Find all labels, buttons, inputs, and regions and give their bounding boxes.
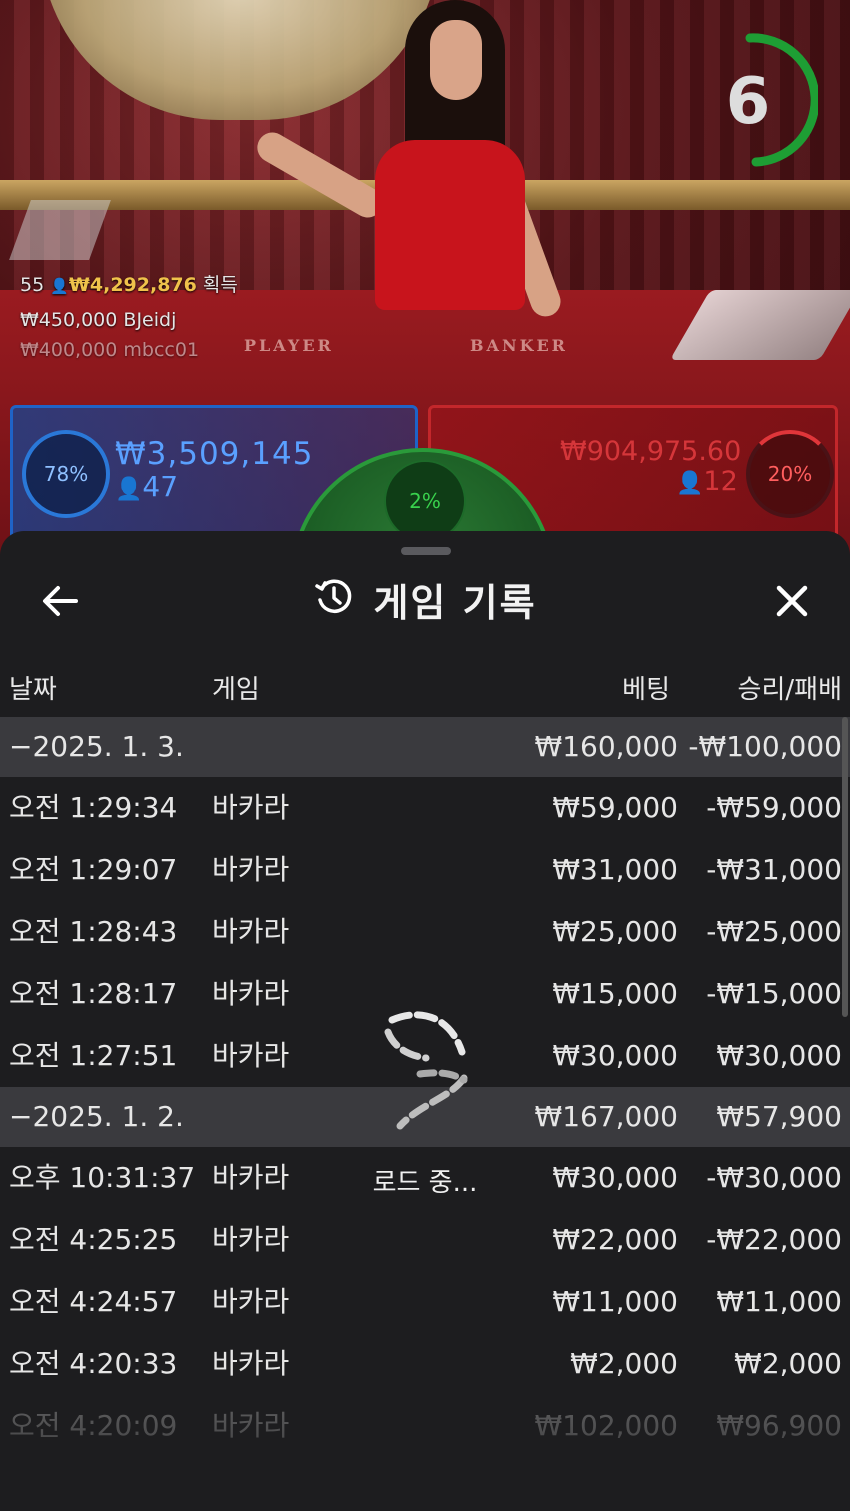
winner-entry: ₩450,000 BJeidj <box>20 303 238 337</box>
row-bet: ₩11,000 <box>552 1285 678 1318</box>
group-win-loss: -₩100,000 <box>688 730 842 763</box>
row-time: 오전 1:28:17 <box>9 977 178 1010</box>
person-icon: 👤 <box>676 471 704 496</box>
row-win-loss: ₩30,000 <box>716 1039 842 1072</box>
row-game: 바카라 <box>212 915 290 948</box>
row-time: 오전 1:29:34 <box>9 791 178 824</box>
row-time: 오전 4:20:33 <box>9 1347 178 1380</box>
group-bet-total: ₩167,000 <box>534 1100 678 1133</box>
row-time: 오전 1:29:07 <box>9 853 178 886</box>
row-time: 오전 1:27:51 <box>9 1039 178 1072</box>
row-win-loss: -₩59,000 <box>706 791 842 824</box>
loading-text: 로드 중... <box>372 1168 478 1198</box>
column-bet: 베팅 <box>622 675 670 705</box>
row-win-loss: ₩96,900 <box>716 1409 842 1442</box>
banker-count-value: 12 <box>703 466 738 497</box>
winner-entry: ₩400,000 mbcc01 <box>20 333 238 367</box>
row-win-loss: -₩25,000 <box>706 915 842 948</box>
history-clock-icon <box>313 576 355 622</box>
row-bet: ₩15,000 <box>552 977 678 1010</box>
row-time: 오전 1:28:43 <box>9 915 178 948</box>
winner-name: BJeidj <box>123 309 177 331</box>
table-row[interactable]: 오전 1:28:43 바카라 ₩25,000 -₩25,000 <box>0 901 850 963</box>
player-bettor-count: 👤47 <box>115 470 178 503</box>
tie-percent: 2% <box>384 460 466 542</box>
row-game: 바카라 <box>212 1223 290 1256</box>
close-icon[interactable] <box>770 579 814 623</box>
row-game: 바카라 <box>212 1285 290 1318</box>
table-row[interactable]: 오전 1:29:34 바카라 ₩59,000 -₩59,000 <box>0 777 850 839</box>
date-group-row[interactable]: −2025. 1. 3. ₩160,000 -₩100,000 <box>0 717 850 777</box>
group-date: −2025. 1. 3. <box>9 730 184 763</box>
column-game: 게임 <box>212 675 260 705</box>
row-bet: ₩22,000 <box>552 1223 678 1256</box>
row-win-loss: ₩2,000 <box>734 1347 842 1380</box>
column-win-loss: 승리/패배 <box>737 675 842 705</box>
banker-percent-ring: 20% <box>746 430 834 518</box>
winners-count: 55 <box>20 274 45 296</box>
row-game: 바카라 <box>212 1409 290 1442</box>
row-bet: ₩31,000 <box>552 853 678 886</box>
row-game: 바카라 <box>212 1039 290 1072</box>
banker-bettor-count: 👤12 <box>676 466 738 497</box>
player-bet-total: ₩3,509,145 <box>115 436 314 472</box>
table-header: 날짜 게임 베팅 승리/패배 <box>0 661 850 717</box>
row-win-loss: -₩15,000 <box>706 977 842 1010</box>
row-game: 바카라 <box>212 791 290 824</box>
row-game: 바카라 <box>212 1347 290 1380</box>
row-win-loss: -₩31,000 <box>706 853 842 886</box>
row-bet: ₩59,000 <box>552 791 678 824</box>
group-win-loss: ₩57,900 <box>716 1100 842 1133</box>
table-row[interactable]: 오전 4:25:25 바카라 ₩22,000 -₩22,000 <box>0 1209 850 1271</box>
column-date: 날짜 <box>9 675 57 705</box>
countdown-number: 6 <box>725 65 771 139</box>
person-icon: 👤 <box>50 277 69 295</box>
table-row[interactable]: 오전 4:20:09 바카라 ₩102,000 ₩96,900 <box>0 1395 850 1457</box>
winner-amount: ₩400,000 <box>20 339 118 361</box>
player-table-label: PLAYER <box>244 336 334 355</box>
winners-total: ₩4,292,876 <box>68 274 197 296</box>
group-date: −2025. 1. 2. <box>9 1100 184 1133</box>
row-time: 오전 4:24:57 <box>9 1285 178 1318</box>
row-time: 오전 4:25:25 <box>9 1223 178 1256</box>
banker-bet-total: ₩904,975.60 <box>560 436 742 467</box>
row-game: 바카라 <box>212 853 290 886</box>
banker-table-label: BANKER <box>470 336 568 355</box>
row-bet: ₩102,000 <box>534 1409 678 1442</box>
sheet-header: 게임 기록 <box>0 569 850 629</box>
row-win-loss: ₩11,000 <box>716 1285 842 1318</box>
winner-name: mbcc01 <box>123 339 200 361</box>
table-row[interactable]: 오전 1:29:07 바카라 ₩31,000 -₩31,000 <box>0 839 850 901</box>
row-bet: ₩25,000 <box>552 915 678 948</box>
player-percent-ring: 78% <box>22 430 110 518</box>
row-bet: ₩30,000 <box>552 1039 678 1072</box>
winners-list: 55 👤₩4,292,876 획득 ₩450,000 BJeidj ₩400,0… <box>20 268 238 367</box>
person-icon: 👤 <box>115 477 143 502</box>
row-time: 오전 4:20:09 <box>9 1409 178 1442</box>
winners-summary: 55 👤₩4,292,876 획득 <box>20 268 238 303</box>
winners-label: 획득 <box>202 274 238 296</box>
dealer <box>251 0 565 330</box>
page-title: 게임 기록 <box>373 580 537 625</box>
row-win-loss: -₩22,000 <box>706 1223 842 1256</box>
row-game: 바카라 <box>212 977 290 1010</box>
winner-amount: ₩450,000 <box>20 309 118 331</box>
row-bet: ₩2,000 <box>570 1347 678 1380</box>
loading-spinner-icon <box>384 1011 468 1130</box>
table-row[interactable]: 오전 4:24:57 바카라 ₩11,000 ₩11,000 <box>0 1271 850 1333</box>
player-count-value: 47 <box>142 470 179 503</box>
drag-handle[interactable] <box>401 547 451 555</box>
scrollbar[interactable] <box>842 717 848 1017</box>
group-bet-total: ₩160,000 <box>534 730 678 763</box>
table-row[interactable]: 오전 4:20:33 바카라 ₩2,000 ₩2,000 <box>0 1333 850 1395</box>
